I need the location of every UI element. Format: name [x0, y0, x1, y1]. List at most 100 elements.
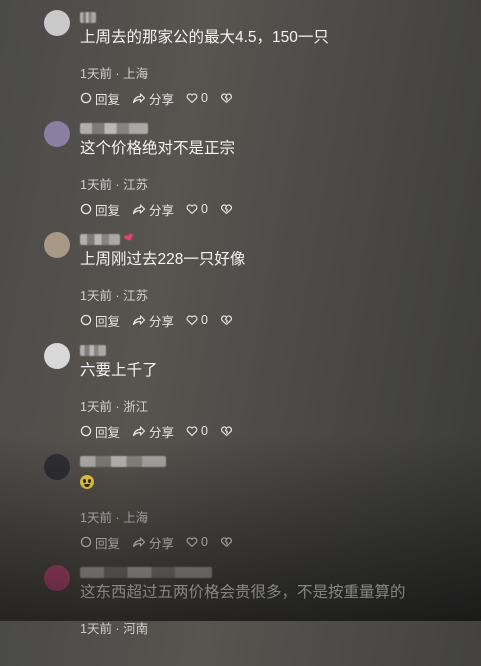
comment-text: 六要上千了: [80, 362, 158, 379]
comment-text: 这东西超过五两价格会贵很多，不是按重量算的: [80, 584, 406, 601]
avatar[interactable]: [44, 121, 70, 147]
comment-text: [80, 472, 94, 492]
like-count: 0: [201, 535, 208, 549]
comment-item: 上周去的那家公的最大4.5，150一只 1天前 · 上海 回复 分享 0: [0, 0, 481, 111]
dislike-button[interactable]: [220, 536, 233, 548]
dislike-button[interactable]: [220, 203, 233, 215]
username-pixelated[interactable]: [80, 456, 166, 467]
share-label: 分享: [149, 536, 175, 551]
reply-label: 回复: [95, 536, 121, 551]
reply-button[interactable]: 回复: [80, 311, 120, 330]
reply-icon: [80, 203, 92, 215]
comment-location: 浙江: [123, 400, 149, 414]
share-label: 分享: [149, 92, 175, 107]
broken-heart-icon: [220, 315, 233, 325]
comment-time: 1天前: [80, 289, 112, 303]
like-button[interactable]: 0: [186, 91, 208, 105]
share-label: 分享: [149, 425, 175, 440]
comment-time: 1天前: [80, 67, 112, 81]
comment-actions: 回复 分享 0: [80, 89, 245, 107]
share-button[interactable]: 分享: [132, 311, 174, 330]
comment-text: 上周刚过去228一只好像: [80, 251, 246, 268]
like-button[interactable]: 0: [186, 202, 208, 216]
comment-text: 上周去的那家公的最大4.5，150一只: [80, 29, 329, 46]
share-icon: [132, 93, 146, 104]
heart-icon: [186, 204, 198, 215]
username-pixelated[interactable]: [80, 234, 120, 245]
heart-icon: [186, 537, 198, 548]
like-count: 0: [201, 202, 208, 216]
like-count: 0: [201, 424, 208, 438]
username-pixelated[interactable]: [80, 123, 148, 134]
avatar[interactable]: [44, 232, 70, 258]
like-button[interactable]: 0: [186, 424, 208, 438]
heart-icon: [186, 93, 198, 104]
broken-heart-icon: [220, 537, 233, 547]
reply-label: 回复: [95, 92, 121, 107]
comment-actions: 回复 分享 0: [80, 200, 245, 218]
comment-time: 1天前: [80, 622, 112, 636]
comment-time: 1天前: [80, 178, 112, 192]
comment-item: 六要上千了 1天前 · 浙江 回复 分享 0: [0, 333, 481, 444]
comment-actions: 回复 分享 0: [80, 533, 245, 551]
username-pixelated[interactable]: [80, 567, 212, 578]
share-button[interactable]: 分享: [132, 533, 174, 552]
heart-icon: [186, 315, 198, 326]
share-icon: [132, 426, 146, 437]
comment-item: 1天前 · 上海 回复 分享 0: [0, 444, 481, 555]
dislike-button[interactable]: [220, 425, 233, 437]
comment-actions: 回复 分享 0: [80, 422, 245, 440]
share-icon: [132, 204, 146, 215]
comment-location: 上海: [123, 511, 149, 525]
comment-item: 这东西超过五两价格会贵很多，不是按重量算的 1天前 · 河南: [0, 555, 481, 666]
reply-button[interactable]: 回复: [80, 422, 120, 441]
username-pixelated[interactable]: [80, 345, 106, 356]
reply-label: 回复: [95, 425, 121, 440]
smiley-emoji-icon: [80, 474, 94, 489]
comment-location: 上海: [123, 67, 149, 81]
comment-meta: 1天前 · 江苏: [80, 178, 149, 192]
reply-icon: [80, 536, 92, 548]
like-count: 0: [201, 91, 208, 105]
share-label: 分享: [149, 203, 175, 218]
comment-location: 江苏: [123, 289, 149, 303]
avatar[interactable]: [44, 343, 70, 369]
share-label: 分享: [149, 314, 175, 329]
reply-button[interactable]: 回复: [80, 200, 120, 219]
dislike-button[interactable]: [220, 314, 233, 326]
heart-icon: [186, 426, 198, 437]
username-pixelated[interactable]: [80, 12, 96, 23]
comment-meta: 1天前 · 上海: [80, 67, 149, 81]
reply-icon: [80, 92, 92, 104]
reply-label: 回复: [95, 314, 121, 329]
comment-location: 江苏: [123, 178, 149, 192]
comment-item: 这个价格绝对不是正宗 1天前 · 江苏 回复 分享 0: [0, 111, 481, 222]
broken-heart-icon: [220, 204, 233, 214]
broken-heart-icon: [220, 93, 233, 103]
comment-time: 1天前: [80, 511, 112, 525]
like-count: 0: [201, 313, 208, 327]
comment-text: 这个价格绝对不是正宗: [80, 140, 236, 157]
avatar[interactable]: [44, 565, 70, 591]
like-button[interactable]: 0: [186, 313, 208, 327]
comment-time: 1天前: [80, 400, 112, 414]
share-button[interactable]: 分享: [132, 89, 174, 108]
like-button[interactable]: 0: [186, 535, 208, 549]
dislike-button[interactable]: [220, 92, 233, 104]
comment-item: ❤ 上周刚过去228一只好像 1天前 · 江苏 回复 分享 0: [0, 222, 481, 333]
broken-heart-icon: [220, 426, 233, 436]
share-icon: [132, 315, 146, 326]
reply-icon: [80, 425, 92, 437]
heart-badge-icon: ❤: [121, 229, 137, 247]
avatar[interactable]: [44, 454, 70, 480]
comment-meta: 1天前 · 浙江: [80, 400, 149, 414]
share-icon: [132, 537, 146, 548]
reply-button[interactable]: 回复: [80, 89, 120, 108]
reply-button[interactable]: 回复: [80, 533, 120, 552]
avatar[interactable]: [44, 10, 70, 36]
comment-meta: 1天前 · 江苏: [80, 289, 149, 303]
comment-location: 河南: [123, 622, 149, 636]
share-button[interactable]: 分享: [132, 200, 174, 219]
share-button[interactable]: 分享: [132, 422, 174, 441]
comment-actions: 回复 分享 0: [80, 311, 245, 329]
